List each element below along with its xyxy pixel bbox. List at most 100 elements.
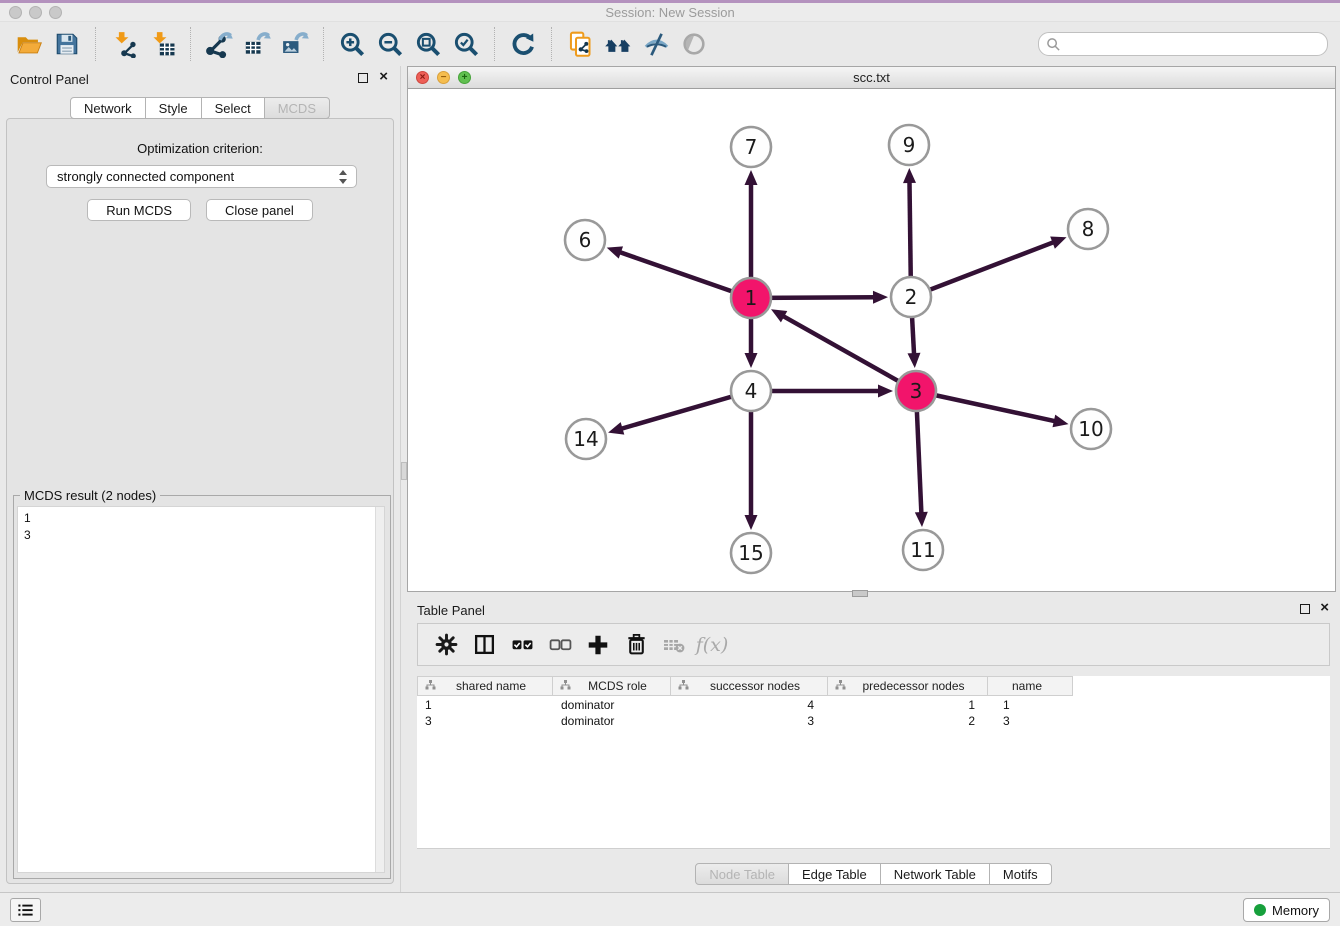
close-panel-icon[interactable]: × [379, 69, 388, 85]
console-button[interactable] [10, 898, 41, 922]
graph-node-1[interactable]: 1 [731, 278, 771, 318]
column-header-predecessor-nodes[interactable]: predecessor nodes [827, 676, 988, 696]
export-network-button[interactable] [202, 27, 236, 61]
table-tab-network-table[interactable]: Network Table [880, 863, 990, 885]
graph-node-15[interactable]: 15 [731, 533, 771, 573]
graph-node-8[interactable]: 8 [1068, 209, 1108, 249]
unselect-all-button[interactable] [544, 629, 576, 661]
svg-text:8: 8 [1082, 217, 1095, 241]
control-panel: Control Panel × NetworkStyleSelectMCDS O… [0, 66, 400, 892]
graph-node-3[interactable]: 3 [896, 371, 936, 411]
svg-text:9: 9 [903, 133, 916, 157]
graph-node-10[interactable]: 10 [1071, 409, 1111, 449]
add-row-button[interactable] [582, 629, 614, 661]
zoom-out-button[interactable] [373, 27, 407, 61]
cell-shared-name: 1 [417, 697, 553, 713]
import-table-button[interactable] [145, 27, 179, 61]
search-box[interactable] [1038, 32, 1328, 56]
mcds-buttons-row: Run MCDS Close panel [7, 199, 393, 221]
run-mcds-button[interactable]: Run MCDS [87, 199, 191, 221]
graph-edge-2-8[interactable] [911, 237, 1067, 297]
import-network-button[interactable] [107, 27, 141, 61]
column-header-MCDS-role[interactable]: MCDS role [552, 676, 671, 696]
graph-node-11[interactable]: 11 [903, 530, 943, 570]
graph-node-2[interactable]: 2 [891, 277, 931, 317]
graph-node-9[interactable]: 9 [889, 125, 929, 165]
table-tab-motifs[interactable]: Motifs [989, 863, 1052, 885]
zoom-fit-button[interactable] [411, 27, 445, 61]
graph-edge-3-10[interactable] [916, 391, 1069, 427]
export-image-icon [282, 31, 309, 58]
close-table-panel-icon[interactable]: × [1320, 600, 1329, 616]
graph-node-4[interactable]: 4 [731, 371, 771, 411]
graph-edge-1-6[interactable] [607, 246, 751, 298]
select-stepper-icon [338, 169, 349, 185]
control-panel-header: Control Panel × [0, 66, 400, 92]
plus-icon [586, 633, 610, 657]
vertical-splitter[interactable] [400, 66, 407, 892]
criterion-select[interactable]: strongly connected component [46, 165, 357, 188]
table-panel-header: Table Panel × [407, 597, 1340, 623]
delete-row-button[interactable] [620, 629, 652, 661]
show-columns-button[interactable] [468, 629, 500, 661]
select-all-button[interactable] [506, 629, 538, 661]
table-toolbar: f(x) [417, 623, 1330, 666]
toolbar-separator [95, 27, 96, 61]
column-header-name[interactable]: name [987, 676, 1073, 696]
result-line: 3 [24, 527, 384, 544]
delete-table-button[interactable] [658, 629, 690, 661]
graph-edge-4-14[interactable] [608, 391, 751, 435]
zoom-selected-button[interactable] [449, 27, 483, 61]
clone-network-button[interactable] [563, 27, 597, 61]
search-input[interactable] [1061, 35, 1327, 53]
tab-style[interactable]: Style [145, 97, 202, 119]
table-tab-node-table[interactable]: Node Table [695, 863, 789, 885]
graph-node-7[interactable]: 7 [731, 127, 771, 167]
table-options-button[interactable] [430, 629, 462, 661]
tab-select[interactable]: Select [201, 97, 265, 119]
vizmapper-icon [643, 31, 670, 58]
toolbar-separator [323, 27, 324, 61]
open-session-button[interactable] [12, 27, 46, 61]
apply-function-button[interactable]: f(x) [696, 629, 728, 661]
close-panel-button[interactable]: Close panel [206, 199, 313, 221]
export-image-button[interactable] [278, 27, 312, 61]
zoom-in-button[interactable] [335, 27, 369, 61]
network-canvas[interactable]: 1 2 3 4 6 7 8 9 10 11 14 15 [408, 89, 1335, 591]
redraw-button[interactable] [506, 27, 540, 61]
cell-predecessor-nodes: 1 [830, 697, 991, 713]
export-table-button[interactable] [240, 27, 274, 61]
graph-node-6[interactable]: 6 [565, 220, 605, 260]
trash-icon [625, 633, 648, 656]
table-row[interactable]: 3dominator323 [417, 713, 1077, 729]
horizontal-splitter-handle[interactable] [852, 590, 868, 597]
first-neighbors-button[interactable] [601, 27, 635, 61]
float-panel-icon[interactable] [358, 73, 368, 83]
main-toolbar [0, 22, 1340, 66]
graph-node-14[interactable]: 14 [566, 419, 606, 459]
float-table-panel-icon[interactable] [1300, 604, 1310, 614]
mcds-result-list[interactable]: 13 [17, 506, 385, 873]
result-scrollbar[interactable] [375, 507, 384, 872]
cell-MCDS-role: dominator [553, 697, 672, 713]
show-graphics-button[interactable] [677, 27, 711, 61]
memory-button[interactable]: Memory [1243, 898, 1330, 922]
toolbar-separator [190, 27, 191, 61]
network-window-titlebar[interactable]: × − + scc.txt [408, 67, 1335, 89]
vizmapper-button[interactable] [639, 27, 673, 61]
svg-text:11: 11 [910, 538, 935, 562]
table-tabs: Node TableEdge TableNetwork TableMotifs [407, 863, 1340, 885]
column-header-shared-name[interactable]: shared name [417, 676, 553, 696]
save-session-button[interactable] [50, 27, 84, 61]
zoom-selected-icon [453, 31, 480, 58]
tab-mcds[interactable]: MCDS [264, 97, 330, 119]
result-line: 1 [24, 510, 384, 527]
svg-text:6: 6 [579, 228, 592, 252]
table-tab-edge-table[interactable]: Edge Table [788, 863, 881, 885]
graph-edge-3-1[interactable] [771, 309, 916, 391]
column-header-successor-nodes[interactable]: successor nodes [670, 676, 828, 696]
table-row[interactable]: 1dominator411 [417, 697, 1077, 713]
first-neighbors-icon [604, 30, 633, 59]
tab-network[interactable]: Network [70, 97, 146, 119]
svg-text:1: 1 [745, 286, 758, 310]
